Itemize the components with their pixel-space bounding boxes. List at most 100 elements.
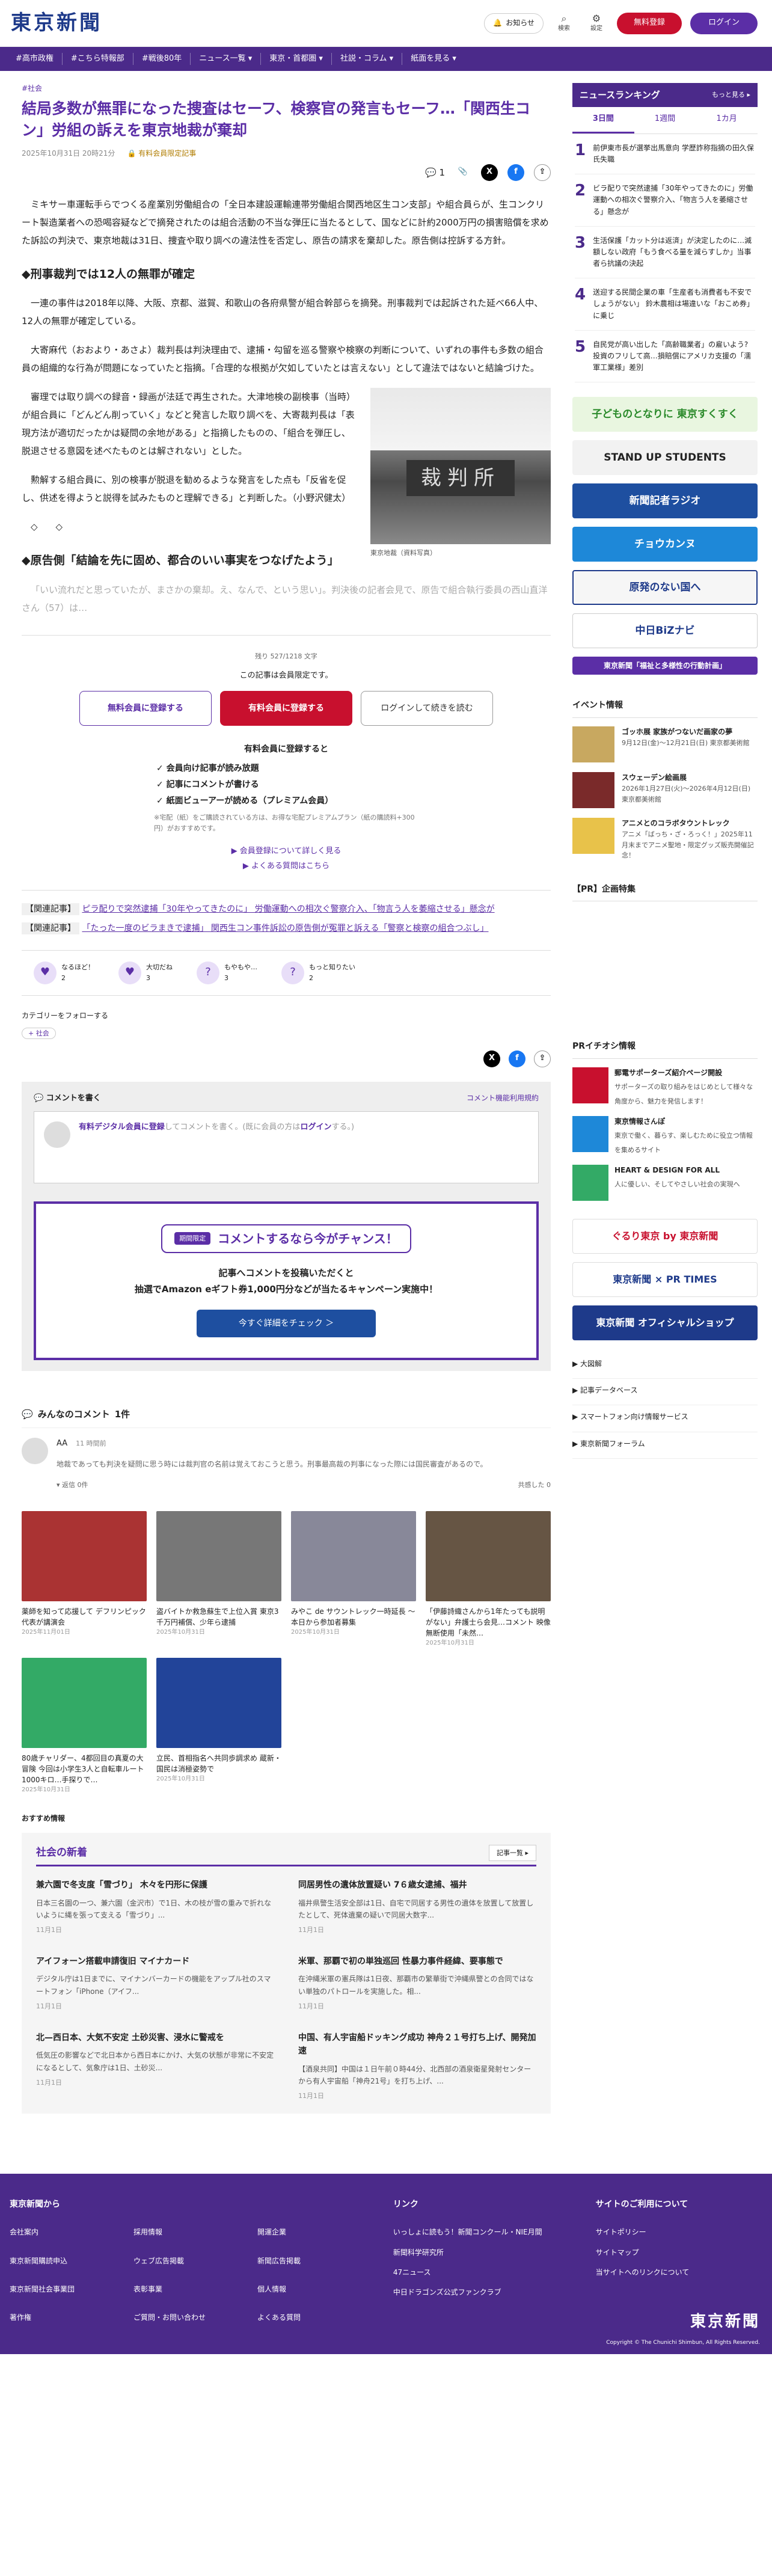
tab-1month[interactable]: 1カ月	[696, 107, 758, 133]
nav-item[interactable]: #高市政権	[7, 52, 63, 66]
login-button[interactable]: ログイン	[690, 12, 758, 34]
event-item[interactable]: スウェーデン絵画展 2026年1月27日(火)～2026年4月12日(日) 東京都…	[572, 771, 758, 808]
login-link[interactable]: ログイン	[300, 1123, 331, 1132]
share-icon[interactable]: ⇪	[534, 164, 551, 181]
nav-item[interactable]: 社説・コラム ▾	[332, 52, 403, 66]
footer-link[interactable]: 新聞科学研究所	[393, 2247, 596, 2259]
banner-welfare[interactable]: 東京新聞「福祉と多様性の行動計画」	[572, 657, 758, 675]
banner-radio[interactable]: 新聞記者ラジオ	[572, 483, 758, 519]
category-tag[interactable]: #社会	[22, 83, 551, 94]
grid-card[interactable]: 80歳チャリダー、4都回目の真夏の大冒険 今回は小学生3人と自転車ルート1000…	[22, 1657, 147, 1795]
ranking-item[interactable]: 5 自民党が高い出した「高齢職業者」の雇いよう? 投資のフリして高…損賠償にアメリ…	[575, 331, 755, 383]
free-member-button[interactable]: 無料会員に登録する	[79, 691, 212, 726]
article-photo[interactable]: 裁判所 東京地裁（資料写真）	[370, 388, 551, 559]
free-register-button[interactable]: 無料登録	[616, 12, 682, 34]
comment-policy-link[interactable]: コメント機能利用規約	[467, 1093, 539, 1105]
facebook-share-icon[interactable]: f	[509, 1050, 525, 1067]
banner-standup[interactable]: STAND UP STUDENTS	[572, 440, 758, 476]
x-share-icon[interactable]: X	[483, 1050, 500, 1067]
related-link[interactable]: ピラ配りで突然逮捕「30年やってきたのに」 労働運動への相次ぐ警察介入、「物言う…	[82, 904, 494, 914]
grid-card[interactable]: みやこ de サウントレック一時延長 ～ 本日から参加者募集 2025年10月31…	[291, 1510, 416, 1648]
site-logo[interactable]: 東京新聞	[11, 7, 102, 39]
footer-link[interactable]: 新聞広告掲載	[257, 2256, 378, 2267]
latest-item[interactable]: 北—西日本、大気不安定 土砂災害、浸水に警戒を 低気圧の影響などで北日本から西日本…	[36, 2031, 274, 2102]
membership-info-link[interactable]: ▶ 会員登録について詳しく見る	[22, 844, 551, 859]
ranking-more-link[interactable]: もっと見る ▸	[712, 90, 750, 100]
grid-card[interactable]: 盗バイトか救急蘇生で上位入賞 東京3千万円補償、少年ら逮捕 2025年10月31日	[156, 1510, 281, 1648]
footer-link[interactable]: 表彰事業	[133, 2284, 254, 2295]
event-item[interactable]: ゴッホ展 家族がつないだ画家の夢 9月12日(金)～12月21日(日) 東京都美術…	[572, 726, 758, 762]
side-link[interactable]: ▶ 記事データベース	[572, 1379, 758, 1406]
footer-link[interactable]: 採用情報	[133, 2227, 254, 2238]
nav-item[interactable]: 東京・首都圏 ▾	[261, 52, 332, 66]
search-button[interactable]: ⌕ 検索	[552, 13, 576, 34]
login-continue-button[interactable]: ログインして続きを読む	[361, 691, 493, 726]
side-link[interactable]: ▶ 大図解	[572, 1352, 758, 1379]
tab-3days[interactable]: 3日間	[572, 107, 634, 133]
latest-item[interactable]: 米軍、那覇で初の単独巡回 性暴力事件経緯、要事態で 在沖縄米軍の憲兵隊は1日夜、那…	[298, 1955, 536, 2012]
footer-link[interactable]: サイトポリシー	[596, 2227, 762, 2238]
footer-link[interactable]: 当サイトへのリンクについて	[596, 2267, 762, 2278]
ranking-item[interactable]: 3 生活保護「カット分は返済」が決定したのに…減額しない政府「もう食べる量を減らす…	[575, 227, 755, 279]
x-share-icon[interactable]: X	[481, 164, 498, 181]
paid-register-link[interactable]: 有料デジタル会員に登録	[79, 1123, 165, 1132]
banner-bizNavi[interactable]: 中日BiZナビ	[572, 613, 758, 649]
footer-link[interactable]: 著作権	[10, 2312, 130, 2323]
footer-link[interactable]: 東京新聞社会事業団	[10, 2284, 130, 2295]
reply-toggle[interactable]: ▾ 返信 0件	[57, 1480, 88, 1491]
comment-count[interactable]: 💬 1	[425, 165, 445, 180]
reaction-important[interactable]: ♥ 大切だね 3	[118, 961, 173, 984]
ranking-item[interactable]: 2 ビラ配りで突然逮捕「30年やってきたのに」労働運動への相次ぐ警察介入、「物言う…	[575, 174, 755, 227]
event-item[interactable]: アニメとのコラボタウントレック アニメ「ばっち・ざ・ろっく！」2025年11月末ま…	[572, 817, 758, 861]
banner-prtimes[interactable]: 東京新聞 × PR TIMES	[572, 1262, 758, 1297]
footer-link[interactable]: ご質問・お問い合わせ	[133, 2312, 254, 2323]
grid-card[interactable]: 薬師を知って応援して デフリンピック代表が講演会 2025年11月01日	[22, 1510, 147, 1648]
latest-item[interactable]: 中国、有人宇宙船ドッキング成功 神舟２１号打ち上げ、開発加速 【酒泉共同】中国は１…	[298, 2031, 536, 2102]
like-button[interactable]: 共感した 0	[518, 1480, 551, 1491]
tab-1week[interactable]: 1週間	[634, 107, 696, 133]
banner-sukusuku[interactable]: 子どものとなりに 東京すくすく	[572, 397, 758, 432]
side-link[interactable]: ▶ 東京新聞フォーラム	[572, 1432, 758, 1459]
faq-link[interactable]: ▶ よくある質問はこちら	[22, 859, 551, 874]
nav-item[interactable]: #こちら特報部	[63, 52, 133, 66]
footer-link[interactable]: 47ニュース	[393, 2267, 596, 2278]
reaction-moyamoya[interactable]: ? もやもや… 3	[197, 961, 257, 984]
footer-link[interactable]: 中日ドラゴンズ公式ファンクラブ	[393, 2287, 596, 2298]
comment-input[interactable]: 有料デジタル会員に登録してコメントを書く。(既に会員の方はログインする。)	[34, 1111, 539, 1183]
nav-item[interactable]: 紙面を見る ▾	[402, 53, 465, 66]
reaction-understand[interactable]: ♥ なるほど！ 2	[34, 961, 94, 984]
ranking-item[interactable]: 4 送迎する民間企業の車「生産者も消費者も不安でしょうがない」 鈴木農相は場違いな…	[575, 278, 755, 331]
facebook-share-icon[interactable]: f	[507, 164, 524, 181]
banner-choukan[interactable]: チョウカンヌ	[572, 527, 758, 562]
side-link[interactable]: ▶ スマートフォン向け情報サービス	[572, 1405, 758, 1432]
footer-link[interactable]: いっしょに読もう！新聞コンクール・NIE月間	[393, 2227, 596, 2238]
paid-member-button[interactable]: 有料会員に登録する	[220, 691, 352, 726]
notice-button[interactable]: 🔔 お知らせ	[484, 13, 544, 34]
banner-nonuclear[interactable]: 原発のない国へ	[572, 570, 758, 606]
clip-icon[interactable]: 📎	[455, 164, 471, 181]
latest-item[interactable]: 同居男性の遺体放置疑い 7６歳女逮捕、福井 福井県警生活安全部は1日、自宅で同居す…	[298, 1878, 536, 1936]
footer-link[interactable]: 会社案内	[10, 2227, 130, 2238]
share-icon[interactable]: ⇪	[534, 1050, 551, 1067]
pr-item[interactable]: 東京情報さんぽ 東京で働く、暮らす、楽しむために役立つ情報を集めるサイト	[572, 1115, 758, 1156]
footer-link[interactable]: 開運企業	[257, 2227, 378, 2238]
banner-shop[interactable]: 東京新聞 オフィシャルショップ	[572, 1305, 758, 1340]
nav-item[interactable]: #戦後80年	[133, 52, 191, 66]
banner-gururi[interactable]: ぐるり東京 by 東京新聞	[572, 1218, 758, 1254]
ranking-item[interactable]: 1 前伊東市長が選挙出馬意向 学歴詐称指摘の田久保氏失職	[575, 134, 755, 175]
footer-link[interactable]: 個人情報	[257, 2284, 378, 2295]
nav-item[interactable]: ニュース一覧 ▾	[191, 52, 262, 66]
footer-logo[interactable]: 東京新聞	[690, 2310, 760, 2335]
campaign-details-button[interactable]: 今すぐ詳細をチェック ＞	[196, 1309, 376, 1337]
article-list-button[interactable]: 記事一覧 ▸	[488, 1844, 536, 1862]
related-link[interactable]: 「たった一度のビラまきで逮捕」 関西生コン事件訴訟の原告側が冤罪と訴える「警察と…	[82, 924, 488, 933]
footer-link[interactable]: 東京新聞購読申込	[10, 2256, 130, 2267]
latest-item[interactable]: アイフォーン搭載申請復旧 マイナカード デジタル庁は1日までに、マイナンバーカード…	[36, 1955, 274, 2012]
pr-item[interactable]: HEART & DESIGN FOR ALL 人に優しい、そしてやさしい社会の実現…	[572, 1164, 758, 1201]
latest-item[interactable]: 兼六園で冬支度「雪づり」 木々を円形に保護 日本三名園の一つ、兼六園（金沢市）で1…	[36, 1878, 274, 1936]
footer-link[interactable]: ウェブ広告掲載	[133, 2256, 254, 2267]
settings-button[interactable]: ⚙ 設定	[584, 13, 608, 34]
grid-card[interactable]: 「伊藤詩織さんから1年たっても説明がない」弁護士ら会見…コメント 映像無断使用「…	[426, 1510, 551, 1648]
grid-card[interactable]: 立民、首相指名へ共同歩調求め 蔵新・国民は消極姿勢で 2025年10月31日	[156, 1657, 281, 1795]
footer-link[interactable]: サイトマップ	[596, 2247, 762, 2259]
